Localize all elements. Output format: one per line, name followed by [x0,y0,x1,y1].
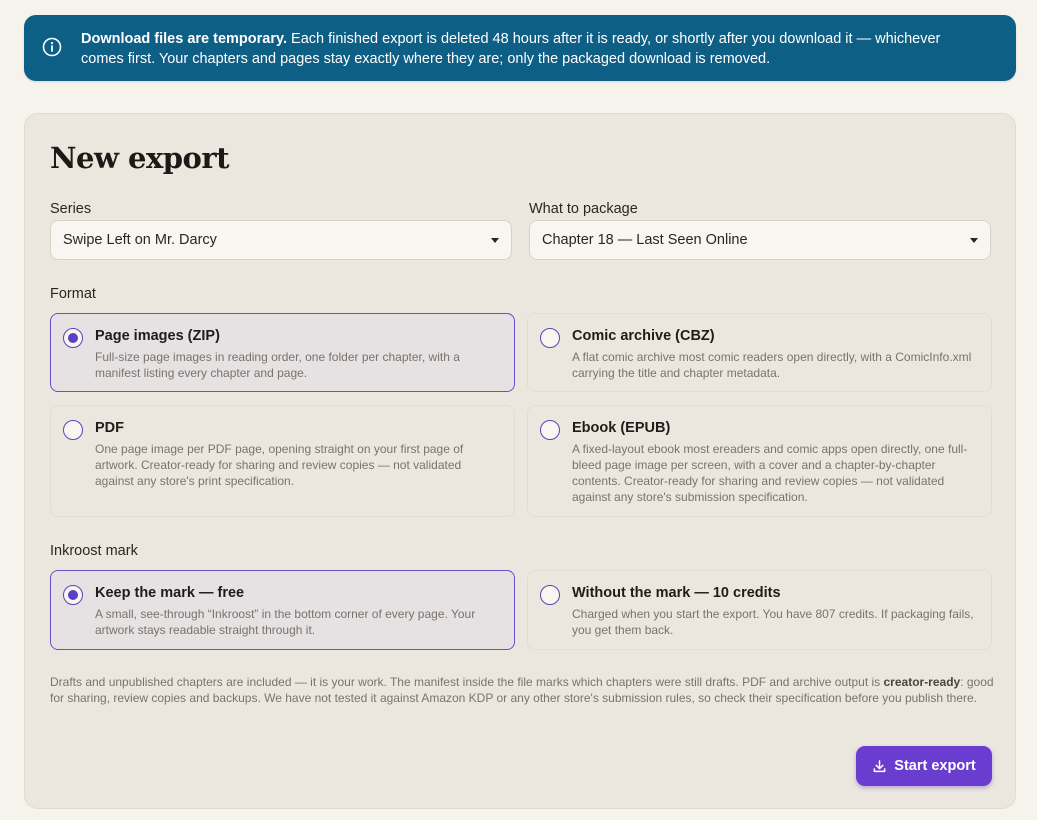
page-title: New export [50,141,230,175]
mark-label: Inkroost mark [50,543,138,559]
footnote-bold: creator-ready [883,675,961,689]
option-description: A fixed-layout ebook most ereaders and c… [572,442,968,504]
chevron-down-icon [491,237,499,243]
info-banner: Download files are temporary. Each finis… [24,15,1016,81]
option-description: Full-size page images in reading order, … [95,350,460,380]
series-label: Series [50,201,92,217]
radio-button[interactable] [63,420,83,440]
mark-option-keep[interactable]: Keep the mark — free A small, see-throug… [50,570,515,650]
package-label: What to package [529,201,638,217]
option-title: Page images (ZIP) [95,328,220,344]
format-option-epub[interactable]: Ebook (EPUB) A fixed-layout ebook most e… [527,405,992,517]
option-title: Keep the mark — free [95,585,245,601]
option-title: Without the mark — 10 credits [572,585,781,601]
package-select-value: Chapter 18 — Last Seen Online [542,232,748,248]
export-footnote: Drafts and unpublished chapters are incl… [50,674,995,706]
format-option-zip[interactable]: Page images (ZIP) Full-size page images … [50,313,515,392]
start-export-button[interactable]: Start export [856,746,992,786]
option-title: Ebook (EPUB) [572,420,671,436]
format-option-pdf[interactable]: PDF One page image per PDF page, opening… [50,405,515,517]
option-description: One page image per PDF page, opening str… [95,442,464,488]
radio-button[interactable] [63,328,83,348]
info-icon [42,37,62,57]
new-export-card: New export Series Swipe Left on Mr. Darc… [24,113,1016,809]
radio-button[interactable] [540,328,560,348]
series-select-value: Swipe Left on Mr. Darcy [63,232,217,248]
package-select[interactable]: Chapter 18 — Last Seen Online [529,220,991,260]
download-icon [873,759,886,772]
chevron-down-icon [970,237,978,243]
option-description: A flat comic archive most comic readers … [572,350,972,380]
format-option-cbz[interactable]: Comic archive (CBZ) A flat comic archive… [527,313,992,392]
format-label: Format [50,286,96,302]
option-description: Charged when you start the export. You h… [572,607,974,637]
option-title: Comic archive (CBZ) [572,328,715,344]
radio-button[interactable] [540,585,560,605]
mark-option-remove[interactable]: Without the mark — 10 credits Charged wh… [527,570,992,650]
start-export-label: Start export [894,758,976,774]
series-select[interactable]: Swipe Left on Mr. Darcy [50,220,512,260]
footnote-text: Drafts and unpublished chapters are incl… [50,675,884,689]
option-description: A small, see-through “Inkroost” in the b… [95,607,476,637]
banner-bold: Download files are temporary. [81,31,288,47]
banner-message: Download files are temporary. Each finis… [81,29,981,69]
radio-button[interactable] [540,420,560,440]
radio-button[interactable] [63,585,83,605]
option-title: PDF [95,420,124,436]
